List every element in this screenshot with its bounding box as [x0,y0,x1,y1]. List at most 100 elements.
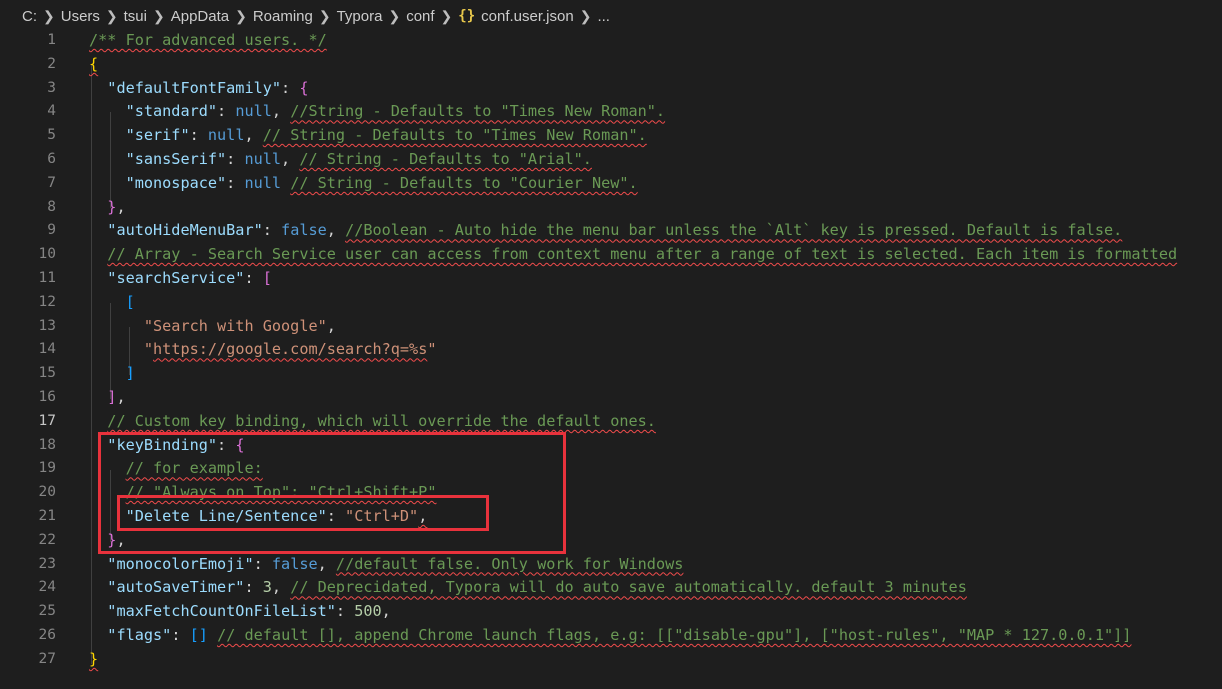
code-token: : [217,102,236,121]
breadcrumb-item-conf[interactable]: conf [406,8,434,25]
code-line[interactable]: 12 [ [0,290,1222,314]
code-token: { [89,54,99,73]
code-line[interactable]: 5 "serif": null, // String - Defaults to… [0,123,1222,147]
code-token: null [244,150,282,168]
line-number: 2 [47,55,56,72]
code-text: /** For advanced users. */ [89,28,327,52]
code-token: [] [189,626,208,644]
line-number: 13 [38,317,56,334]
code-line[interactable]: 9 "autoHideMenuBar": false, //Boolean - … [0,218,1222,242]
code-token: } [89,649,99,668]
breadcrumb-item-typora[interactable]: Typora [337,8,383,25]
code-text: "Delete Line/Sentence": "Ctrl+D", [89,504,428,528]
code-line[interactable]: 26 "flags": [] // default [], append Chr… [0,623,1222,647]
code-line[interactable]: 14 "https://google.com/search?q=%s" [0,337,1222,361]
code-token: : [262,221,282,240]
code-token: "autoHideMenuBar" [107,221,263,240]
breadcrumb-item-users[interactable]: Users [61,8,100,25]
code-token: "Delete Line/Sentence" [125,507,327,525]
code-token: null [207,126,245,145]
code-line[interactable]: 1 /** For advanced users. */ [0,28,1222,52]
code-token: : [217,435,236,454]
code-token: // default [], append Chrome launch flag… [217,626,1132,644]
breadcrumb-item-tsui[interactable]: tsui [124,8,147,25]
code-token: : [226,173,245,192]
code-editor[interactable]: 1/** For advanced users. */2{3 "defaultF… [0,28,1222,689]
line-number: 24 [38,579,56,596]
code-token: "flags" [107,626,172,644]
code-line[interactable]: 20 // "Always on Top": "Ctrl+Shift+P" [0,480,1222,504]
code-token: : [326,507,346,525]
chevron-right-icon: ❯ [235,7,247,24]
code-line[interactable]: 21 "Delete Line/Sentence": "Ctrl+D", [0,504,1222,528]
code-token: // "Always on Top": "Ctrl+Shift+P" [125,483,437,502]
code-token: , [116,388,126,406]
code-line[interactable]: 4 "standard": null, //String - Defaults … [0,99,1222,123]
code-text: "defaultFontFamily": { [89,76,308,100]
code-line[interactable]: 19 // for example: [0,456,1222,480]
code-line[interactable]: 22 }, [0,528,1222,552]
code-line[interactable]: 2{ [0,52,1222,76]
breadcrumb-item-drive[interactable]: C: [22,8,37,25]
code-line[interactable]: 27} [0,647,1222,671]
line-number: 15 [38,365,56,382]
chevron-right-icon: ❯ [318,7,331,24]
code-line[interactable]: 11 "searchService": [ [0,266,1222,290]
code-text: "searchService": [ [89,266,272,290]
code-token: : [244,578,263,597]
code-line[interactable]: 23 "monocolorEmoji": false, //default fa… [0,552,1222,576]
code-text: "standard": null, //String - Defaults to… [89,99,666,123]
code-line[interactable]: 16 ], [0,385,1222,409]
code-line[interactable]: 17 // Custom key binding, which will ove… [0,409,1222,433]
code-token: false [281,221,327,240]
code-token: , [418,507,428,525]
code-line[interactable]: 10 // Array - Search Service user can ac… [0,242,1222,266]
code-line[interactable]: 8 }, [0,195,1222,219]
code-token: "Ctrl+D" [345,507,419,525]
line-number: 1 [47,32,56,48]
chevron-right-icon: ❯ [440,7,453,24]
code-line[interactable]: 3 "defaultFontFamily": { [0,76,1222,100]
code-text: ], [89,385,126,409]
code-line[interactable]: 7 "monospace": null // String - Defaults… [0,171,1222,195]
code-text: "https://google.com/search?q=%s" [89,337,437,361]
code-text: // for example: [89,456,263,480]
line-number: 12 [38,293,56,310]
code-token: " [427,340,437,359]
line-number: 19 [38,460,56,477]
breadcrumb-item-symbols[interactable]: ... [597,8,610,25]
code-token: : [226,150,245,168]
code-text: "autoSaveTimer": 3, // Deprecidated, Typ… [89,575,967,599]
code-token: // String - Defaults to "Courier New". [290,173,638,192]
code-token: : [189,126,208,145]
code-token: false [271,554,318,573]
code-line[interactable]: 25 "maxFetchCountOnFileList": 500, [0,599,1222,623]
code-line[interactable]: 24 "autoSaveTimer": 3, // Deprecidated, … [0,575,1222,599]
code-line[interactable]: 13 "Search with Google", [0,314,1222,338]
line-number: 7 [47,174,56,191]
code-token: , [116,530,126,549]
code-text: "sansSerif": null, // String - Defaults … [89,147,592,171]
code-token: // String - Defaults to "Arial". [299,150,592,168]
code-text: }, [89,528,126,552]
code-text: "keyBinding": { [89,433,244,457]
code-line[interactable]: 18 "keyBinding": { [0,433,1222,457]
code-token: : [253,554,272,573]
breadcrumb-item-roaming[interactable]: Roaming [253,8,313,25]
code-token: [ [125,292,135,311]
code-text: // Array - Search Service user can acces… [89,242,1177,266]
code-line[interactable]: 6 "sansSerif": null, // String - Default… [0,147,1222,171]
breadcrumb-item-file[interactable]: conf.user.json [481,8,574,25]
code-token: [ [262,269,272,287]
line-number: 8 [47,198,56,215]
code-line[interactable]: 15 ] [0,361,1222,385]
code-text: "maxFetchCountOnFileList": 500, [89,599,390,623]
breadcrumb-item-appdata[interactable]: AppData [171,8,229,25]
